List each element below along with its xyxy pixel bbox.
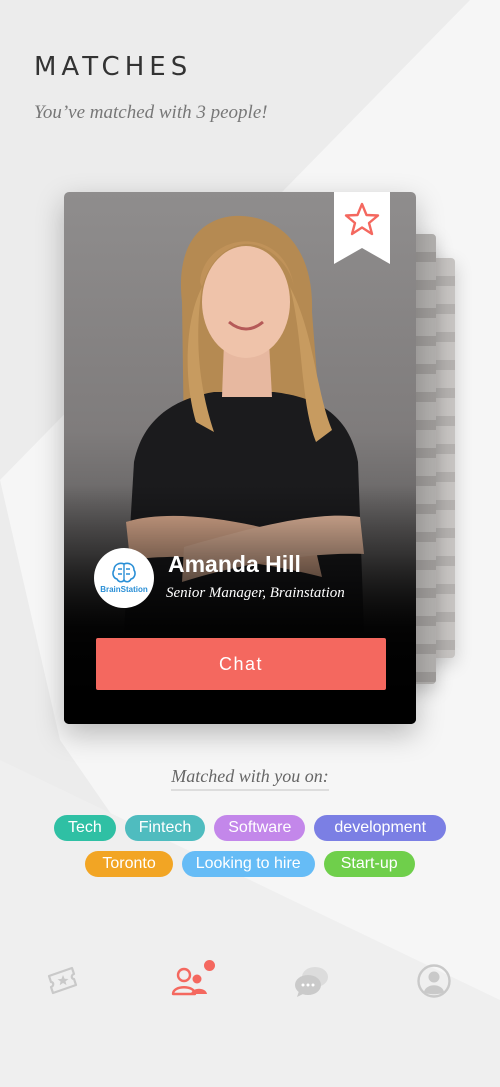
tag: Toronto xyxy=(85,851,173,877)
tag: Looking to hire xyxy=(181,851,315,877)
tab-bar xyxy=(0,958,500,1004)
favorite-bookmark[interactable] xyxy=(334,192,390,266)
brain-icon xyxy=(112,562,136,583)
company-logo-text: BrainStation xyxy=(100,585,148,594)
match-count-subtitle: You’ve matched with 3 people! xyxy=(34,102,268,123)
interest-tags: Tech Fintech Software development Toront… xyxy=(0,815,500,887)
people-icon xyxy=(171,967,207,996)
match-name: Amanda Hill xyxy=(168,551,301,577)
tab-matches[interactable] xyxy=(168,958,215,1004)
tag: Fintech xyxy=(124,815,206,841)
matched-on-heading: Matched with you on: xyxy=(0,766,500,791)
notification-badge xyxy=(204,960,215,971)
company-logo: BrainStation xyxy=(94,548,154,608)
tab-profile[interactable] xyxy=(412,958,456,1004)
chat-button[interactable]: Chat xyxy=(96,638,386,690)
page-title: MATCHES xyxy=(34,52,193,82)
header: MATCHES You’ve matched with 3 people! xyxy=(34,52,268,124)
tab-messages[interactable] xyxy=(290,958,334,1004)
profile-icon xyxy=(417,964,451,998)
tag: Tech xyxy=(53,815,116,841)
chat-bubbles-icon xyxy=(295,967,328,997)
ticket-star-icon xyxy=(47,966,78,995)
match-role: Senior Manager, Brainstation xyxy=(166,585,345,601)
tag: Start-up xyxy=(323,851,415,877)
matched-on-label: Matched with you on: xyxy=(171,766,329,791)
tag: development xyxy=(314,815,447,841)
tab-discover[interactable] xyxy=(42,958,86,1004)
tag: Software xyxy=(214,815,306,841)
match-card[interactable]: BrainStation Amanda Hill Senior Manager,… xyxy=(64,192,416,724)
